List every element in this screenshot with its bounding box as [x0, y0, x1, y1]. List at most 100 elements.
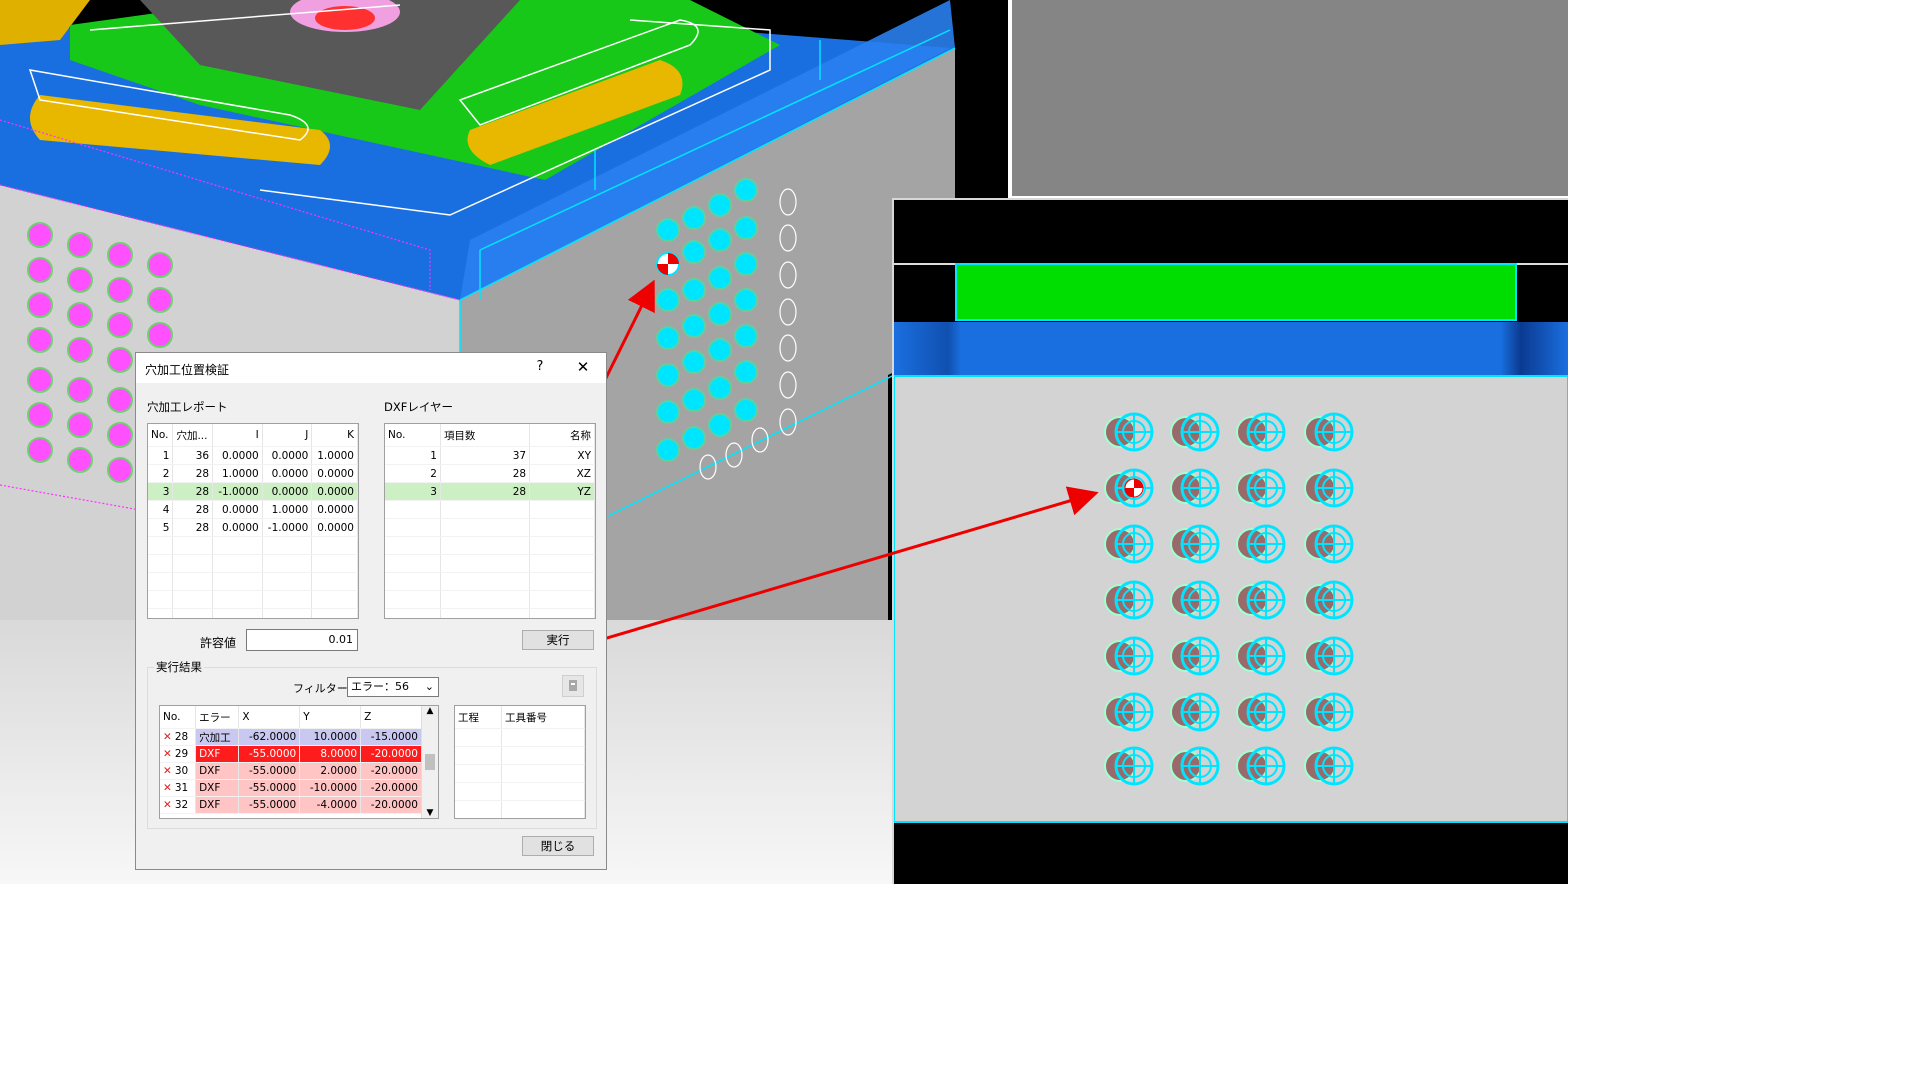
column-header[interactable]: Z	[360, 706, 422, 729]
hole-report-table[interactable]: No. 穴加... I J K 1 36 0.0000 0.0000 1.0000 2 28 1.000…	[147, 423, 359, 619]
scroll-thumb[interactable]	[425, 754, 435, 770]
empty-row	[385, 554, 595, 573]
table-cell: 0.0000	[311, 500, 358, 519]
column-header[interactable]: 工程	[455, 706, 503, 729]
column-header[interactable]: No.	[385, 424, 441, 447]
results-table[interactable]: No. エラー X Y Z ✕ 28 穴加工 -62.0000 10.0000 -15.0000 ✕ 2…	[159, 705, 439, 819]
hole-marker[interactable]	[1104, 524, 1154, 564]
column-header[interactable]: Y	[299, 706, 362, 729]
table-cell: -20.0000	[360, 762, 422, 780]
table-row[interactable]: 2 28 XZ	[385, 464, 595, 483]
hole-marker[interactable]	[1104, 468, 1154, 508]
export-icon[interactable]	[562, 675, 584, 697]
dialog-titlebar[interactable]: 穴加工位置検証 ? ✕	[136, 353, 606, 383]
table-cell: 2	[385, 464, 441, 483]
table-row[interactable]: 3 28 YZ	[385, 482, 595, 501]
hole-marker[interactable]	[1236, 468, 1286, 508]
filter-label: フィルター	[293, 682, 348, 695]
empty-row	[385, 518, 595, 537]
column-header[interactable]: 工具番号	[501, 706, 585, 729]
table-row[interactable]: ✕ 31 DXF -55.0000 -10.0000 -20.0000	[160, 779, 422, 797]
empty-row	[385, 572, 595, 591]
table-cell: 1.0000	[262, 500, 313, 519]
scroll-down-icon[interactable]: ▼	[422, 808, 438, 818]
help-button[interactable]: ?	[532, 359, 548, 375]
hole-marker[interactable]	[1170, 636, 1220, 676]
column-header[interactable]: J	[262, 424, 313, 447]
table-row[interactable]: 3 28 -1.0000 0.0000 0.0000	[148, 482, 358, 501]
hole-marker[interactable]	[1236, 412, 1286, 452]
hole-marker[interactable]	[1236, 746, 1286, 786]
hole-marker[interactable]	[1170, 580, 1220, 620]
hole-marker[interactable]	[1104, 412, 1154, 452]
column-header[interactable]: 項目数	[440, 424, 531, 447]
table-cell: 0.0000	[262, 464, 313, 483]
table-row[interactable]: 1 37 XY	[385, 446, 595, 465]
empty-row	[455, 800, 585, 818]
table-cell: ✕ 31	[160, 779, 197, 797]
table-row[interactable]: 5 28 0.0000 -1.0000 0.0000	[148, 518, 358, 537]
table-cell: -62.0000	[238, 728, 301, 746]
tolerance-input[interactable]: 0.01	[246, 629, 358, 651]
process-tool-table[interactable]: 工程 工具番号	[454, 705, 586, 819]
dxf-layer-label: DXFレイヤー	[384, 400, 454, 414]
empty-row	[385, 536, 595, 555]
results-label: 実行結果	[154, 659, 204, 675]
table-cell: 10.0000	[299, 728, 362, 746]
hole-marker[interactable]	[1236, 524, 1286, 564]
column-header[interactable]: エラー	[195, 706, 240, 729]
hole-marker[interactable]	[1236, 580, 1286, 620]
hole-marker[interactable]	[1170, 468, 1220, 508]
row-number: 32	[174, 799, 189, 811]
filter-select[interactable]: エラー：56 ⌄	[347, 677, 439, 697]
column-header[interactable]: No.	[148, 424, 174, 447]
run-button[interactable]: 実行	[522, 630, 594, 650]
table-row[interactable]: ✕ 32 DXF -55.0000 -4.0000 -20.0000	[160, 796, 422, 814]
table-cell: ✕ 32	[160, 796, 197, 814]
hole-marker[interactable]	[1304, 468, 1354, 508]
table-cell: -55.0000	[238, 779, 301, 797]
table-cell: 28	[172, 500, 214, 519]
hole-marker[interactable]	[1304, 524, 1354, 564]
dxf-layer-table[interactable]: No. 項目数 名称 1 37 XY 2 28 XZ 3 28 YZ	[384, 423, 596, 619]
table-row[interactable]: ✕ 29 DXF -55.0000 8.0000 -20.0000	[160, 745, 422, 763]
table-cell: 28	[440, 482, 531, 501]
scroll-up-icon[interactable]: ▲	[422, 706, 438, 716]
results-scrollbar[interactable]: ▲ ▼	[421, 706, 438, 818]
table-row[interactable]: 2 28 1.0000 0.0000 0.0000	[148, 464, 358, 483]
column-header[interactable]: I	[212, 424, 263, 447]
hole-marker[interactable]	[1104, 636, 1154, 676]
table-row[interactable]: ✕ 30 DXF -55.0000 2.0000 -20.0000	[160, 762, 422, 780]
hole-marker[interactable]	[1304, 746, 1354, 786]
hole-marker[interactable]	[1104, 580, 1154, 620]
table-cell: 36	[172, 446, 214, 465]
table-cell: 0.0000	[212, 518, 263, 537]
hole-marker[interactable]	[1304, 412, 1354, 452]
column-header[interactable]: No.	[160, 706, 197, 729]
hole-marker[interactable]	[1304, 636, 1354, 676]
table-cell: ✕ 30	[160, 762, 197, 780]
hole-marker[interactable]	[1104, 746, 1154, 786]
hole-marker[interactable]	[1170, 746, 1220, 786]
table-row[interactable]: ✕ 28 穴加工 -62.0000 10.0000 -15.0000	[160, 728, 422, 746]
close-button[interactable]: 閉じる	[522, 836, 594, 856]
table-cell: 2	[148, 464, 174, 483]
hole-marker[interactable]	[1104, 692, 1154, 732]
column-header[interactable]: K	[311, 424, 358, 447]
cad-zoom-viewport[interactable]	[892, 198, 1569, 884]
table-cell: 3	[385, 482, 441, 501]
column-header[interactable]: 名称	[529, 424, 595, 447]
hole-marker[interactable]	[1304, 692, 1354, 732]
hole-marker[interactable]	[1304, 580, 1354, 620]
empty-row	[455, 746, 585, 765]
table-row[interactable]: 4 28 0.0000 1.0000 0.0000	[148, 500, 358, 519]
column-header[interactable]: X	[238, 706, 301, 729]
hole-marker[interactable]	[1170, 692, 1220, 732]
column-header[interactable]: 穴加...	[172, 424, 214, 447]
hole-marker[interactable]	[1170, 524, 1220, 564]
hole-marker[interactable]	[1170, 412, 1220, 452]
hole-marker[interactable]	[1236, 636, 1286, 676]
table-row[interactable]: 1 36 0.0000 0.0000 1.0000	[148, 446, 358, 465]
close-icon[interactable]: ✕	[574, 358, 592, 376]
hole-marker[interactable]	[1236, 692, 1286, 732]
